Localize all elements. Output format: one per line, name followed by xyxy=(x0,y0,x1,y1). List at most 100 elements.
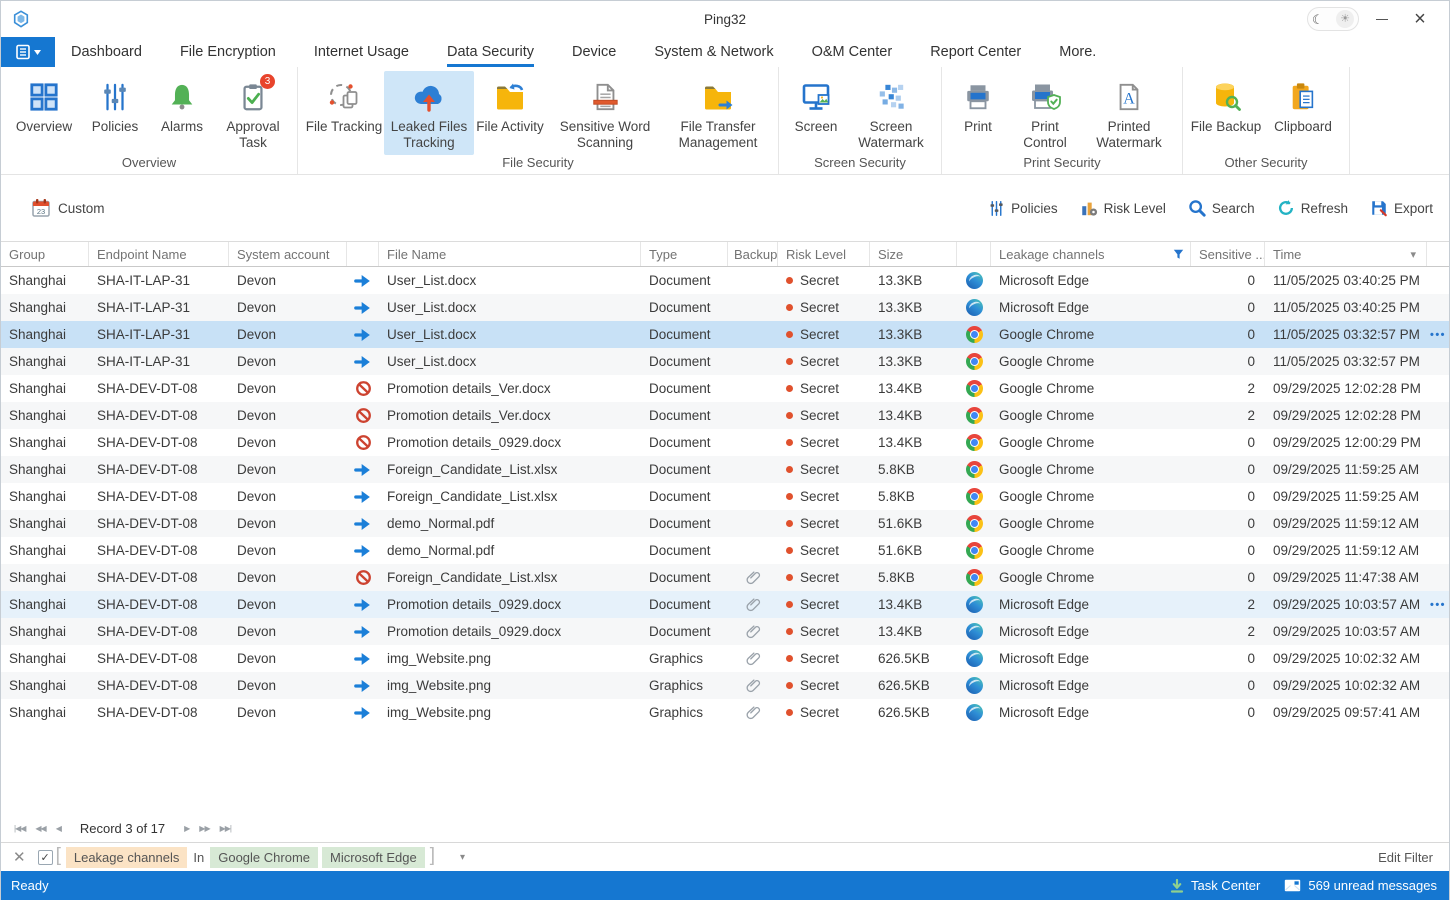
first-page-icon[interactable]: |◀◀ xyxy=(14,824,25,833)
table-row[interactable]: ShanghaiSHA-DEV-DT-08DevonForeign_Candid… xyxy=(1,456,1449,483)
prev-page-icon[interactable]: ◀ xyxy=(56,824,61,833)
next-group-icon[interactable]: ▶▶ xyxy=(199,824,209,833)
ribbon-item-file-activity[interactable]: File Activity xyxy=(474,71,546,155)
table-row[interactable]: ShanghaiSHA-IT-LAP-31DevonUser_List.docx… xyxy=(1,294,1449,321)
col-header-sensitive[interactable]: Sensitive ... xyxy=(1191,242,1265,266)
forward-arrow-icon xyxy=(354,542,372,560)
cell-row-menu[interactable]: ••• xyxy=(1427,591,1449,618)
ribbon-item-clipboard[interactable]: Clipboard xyxy=(1263,71,1343,155)
risk-level-button[interactable]: Risk Level xyxy=(1080,199,1166,217)
theme-toggle[interactable]: ☾ ☀ xyxy=(1307,7,1359,31)
table-row[interactable]: ShanghaiSHA-DEV-DT-08Devondemo_Normal.pd… xyxy=(1,510,1449,537)
table-row[interactable]: ShanghaiSHA-DEV-DT-08Devonimg_Website.pn… xyxy=(1,699,1449,726)
tab-more[interactable]: More. xyxy=(1059,37,1096,67)
col-header-file[interactable]: File Name xyxy=(379,242,641,266)
ribbon-item-sensitive-word-scanning[interactable]: Sensitive Word Scanning xyxy=(546,71,664,155)
tab-device[interactable]: Device xyxy=(572,37,616,67)
col-header-size[interactable]: Size xyxy=(870,242,957,266)
filter-value-chip[interactable]: Google Chrome xyxy=(210,847,318,868)
app-window: Ping32 ☾ ☀ × Dashboard File Encryption I… xyxy=(0,0,1450,900)
cell-time: 11/05/2025 03:40:25 PM xyxy=(1265,267,1427,294)
ribbon-item-alarms[interactable]: Alarms xyxy=(149,71,215,155)
chevron-down-icon[interactable]: ▾ xyxy=(1410,248,1416,261)
col-header-endpoint[interactable]: Endpoint Name xyxy=(89,242,229,266)
filter-field-chip[interactable]: Leakage channels xyxy=(66,847,188,868)
table-row[interactable]: ShanghaiSHA-DEV-DT-08DevonPromotion deta… xyxy=(1,591,1449,618)
policies-button[interactable]: Policies xyxy=(988,200,1058,217)
col-header-backup[interactable]: Backup xyxy=(728,242,778,266)
ribbon-item-print[interactable]: Print xyxy=(948,71,1008,155)
cell-risk-level: Secret xyxy=(778,645,870,672)
ribbon-item-file-transfer-management[interactable]: File Transfer Management xyxy=(664,71,772,155)
tab-dashboard[interactable]: Dashboard xyxy=(71,37,142,67)
ribbon-item-printed-watermark[interactable]: A Printed Watermark xyxy=(1082,71,1176,155)
tab-data-security[interactable]: Data Security xyxy=(447,37,534,67)
close-button[interactable]: × xyxy=(1405,6,1435,32)
ribbon-item-approval-task[interactable]: 3 Approval Task xyxy=(215,71,291,155)
minimize-button[interactable] xyxy=(1367,6,1397,32)
cell-row-menu xyxy=(1427,429,1449,456)
table-row[interactable]: ShanghaiSHA-IT-LAP-31DevonUser_List.docx… xyxy=(1,348,1449,375)
table-row[interactable]: ShanghaiSHA-DEV-DT-08DevonForeign_Candid… xyxy=(1,564,1449,591)
col-header-type[interactable]: Type xyxy=(641,242,728,266)
next-page-icon[interactable]: ▶ xyxy=(184,824,189,833)
col-header-risk[interactable]: Risk Level xyxy=(778,242,870,266)
cell-row-menu xyxy=(1427,456,1449,483)
refresh-button[interactable]: Refresh xyxy=(1277,199,1348,217)
table-row[interactable]: ShanghaiSHA-DEV-DT-08Devonimg_Website.pn… xyxy=(1,645,1449,672)
cell-file-name: User_List.docx xyxy=(379,294,641,321)
cell-backup xyxy=(728,375,778,402)
app-menu-button[interactable] xyxy=(1,37,55,67)
ribbon-item-leaked-files-tracking[interactable]: Leaked Files Tracking xyxy=(384,71,474,155)
tab-om-center[interactable]: O&M Center xyxy=(812,37,893,67)
col-header-time[interactable]: Time ▾ xyxy=(1265,242,1427,266)
table-row[interactable]: ShanghaiSHA-DEV-DT-08DevonPromotion deta… xyxy=(1,402,1449,429)
tab-internet-usage[interactable]: Internet Usage xyxy=(314,37,409,67)
filter-enabled-checkbox[interactable]: ✓ xyxy=(38,850,53,865)
col-header-channel-icon[interactable] xyxy=(957,242,991,266)
prev-group-icon[interactable]: ◀◀ xyxy=(35,824,45,833)
cell-size: 13.3KB xyxy=(870,321,957,348)
ribbon-item-screen-watermark[interactable]: Screen Watermark xyxy=(847,71,935,155)
last-page-icon[interactable]: ▶▶| xyxy=(220,824,231,833)
filter-dropdown-icon[interactable]: ▾ xyxy=(460,852,465,863)
table-row[interactable]: ShanghaiSHA-IT-LAP-31DevonUser_List.docx… xyxy=(1,321,1449,348)
cell-backup xyxy=(728,294,778,321)
table-row[interactable]: ShanghaiSHA-DEV-DT-08DevonPromotion deta… xyxy=(1,375,1449,402)
ribbon-item-policies[interactable]: Policies xyxy=(81,71,149,155)
cell-system-account: Devon xyxy=(229,321,347,348)
tab-file-encryption[interactable]: File Encryption xyxy=(180,37,276,67)
cell-endpoint-name: SHA-DEV-DT-08 xyxy=(89,618,229,645)
col-header-account[interactable]: System account xyxy=(229,242,347,266)
unread-messages-button[interactable]: 569 unread messages xyxy=(1284,878,1437,893)
table-row[interactable]: ShanghaiSHA-DEV-DT-08DevonPromotion deta… xyxy=(1,429,1449,456)
table-row[interactable]: ShanghaiSHA-DEV-DT-08Devonimg_Website.pn… xyxy=(1,672,1449,699)
risk-dot-icon xyxy=(786,358,793,365)
table-row[interactable]: ShanghaiSHA-IT-LAP-31DevonUser_List.docx… xyxy=(1,267,1449,294)
remove-filter-icon[interactable]: ✕ xyxy=(13,848,26,866)
export-button[interactable]: Export xyxy=(1370,199,1433,217)
table-row[interactable]: ShanghaiSHA-DEV-DT-08DevonForeign_Candid… xyxy=(1,483,1449,510)
cell-row-menu[interactable]: ••• xyxy=(1427,321,1449,348)
cell-row-menu xyxy=(1427,483,1449,510)
col-header-action[interactable] xyxy=(347,242,379,266)
task-center-button[interactable]: Task Center xyxy=(1170,878,1260,893)
filter-funnel-icon[interactable] xyxy=(1173,249,1184,260)
edit-filter-link[interactable]: Edit Filter xyxy=(1378,850,1433,865)
ribbon-item-overview[interactable]: Overview xyxy=(7,71,81,155)
table-row[interactable]: ShanghaiSHA-DEV-DT-08DevonPromotion deta… xyxy=(1,618,1449,645)
tab-report-center[interactable]: Report Center xyxy=(930,37,1021,67)
cell-type: Document xyxy=(641,618,728,645)
ribbon-item-print-control[interactable]: Print Control xyxy=(1008,71,1082,155)
ribbon-item-file-backup[interactable]: File Backup xyxy=(1189,71,1263,155)
custom-date-button[interactable]: 23 Custom xyxy=(31,198,105,218)
search-button[interactable]: Search xyxy=(1188,199,1255,217)
ribbon-item-file-tracking[interactable]: File Tracking xyxy=(304,71,384,155)
col-header-channel[interactable]: Leakage channels xyxy=(991,242,1191,266)
cell-system-account: Devon xyxy=(229,537,347,564)
table-row[interactable]: ShanghaiSHA-DEV-DT-08Devondemo_Normal.pd… xyxy=(1,537,1449,564)
tab-system-network[interactable]: System & Network xyxy=(654,37,773,67)
col-header-group[interactable]: Group xyxy=(1,242,89,266)
ribbon-item-screen[interactable]: Screen xyxy=(785,71,847,155)
filter-value-chip[interactable]: Microsoft Edge xyxy=(322,847,425,868)
